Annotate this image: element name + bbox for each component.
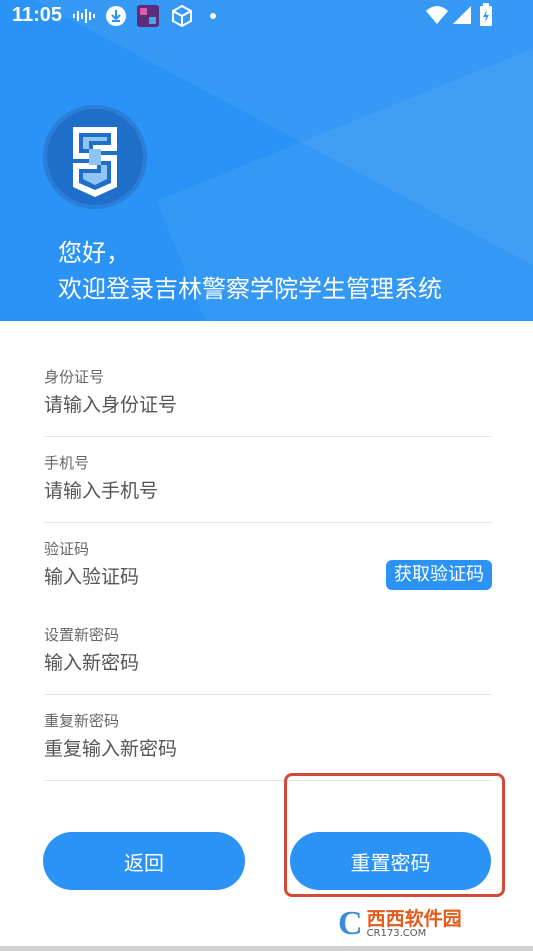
highlight-box [284,773,505,897]
id-card-input[interactable] [44,390,364,420]
app-notification-icon [137,5,159,27]
wifi-icon [426,6,448,24]
id-card-field: 身份证号 [44,366,492,437]
new-password-label: 设置新密码 [44,626,120,644]
cube-icon [172,4,192,28]
phone-label: 手机号 [44,454,90,472]
sound-wave-icon [73,9,95,23]
greeting-hello: 您好， [58,239,130,267]
code-label: 验证码 [44,540,90,558]
battery-icon [480,3,492,26]
status-time: 11:05 [12,4,63,26]
repeat-password-field: 重复新密码 [44,710,492,781]
watermark-logo: C 西西软件园 CR173.COM [338,905,514,943]
watermark-c-icon: C [338,905,363,942]
school-logo [43,105,147,209]
phone-input[interactable] [44,476,364,506]
id-card-label: 身份证号 [44,368,105,386]
repeat-password-label: 重复新密码 [44,712,120,730]
watermark-main-text: 西西软件园 [366,907,462,930]
new-password-field: 设置新密码 [44,624,492,695]
repeat-password-input[interactable] [44,734,364,764]
watermark-sub-text: CR173.COM [366,927,427,939]
header-banner: 11:05 您好， 欢迎登录吉林警察学院学生管理系统 [0,0,533,321]
code-input[interactable] [44,562,364,592]
get-code-button[interactable]: 获取验证码 [386,560,492,590]
signal-icon [453,6,471,24]
phone-field: 手机号 [44,452,492,523]
new-password-input[interactable] [44,648,364,678]
code-field: 验证码 获取验证码 [44,538,492,608]
bottom-strip [0,946,533,951]
status-bar: 11:05 [0,0,533,32]
greeting-welcome: 欢迎登录吉林警察学院学生管理系统 [58,275,442,303]
download-icon [106,6,126,26]
back-button[interactable]: 返回 [43,832,245,890]
school-emblem-icon [73,127,117,197]
more-dot-icon [210,13,216,19]
